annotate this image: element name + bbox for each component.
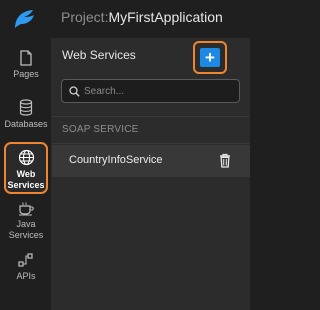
app-logo <box>15 10 34 28</box>
api-icon <box>18 253 33 267</box>
top-bar: Project:MyFirstApplication <box>0 0 250 38</box>
sidebar-item-java-services[interactable]: Java Services <box>0 201 52 241</box>
service-list-item[interactable]: CountryInfoService <box>52 145 250 177</box>
sidebar-item-label: APIs <box>16 271 36 281</box>
sidebar-item-pages[interactable]: Pages <box>0 50 52 80</box>
database-icon <box>19 99 33 116</box>
sidebar-item-label-line1: Web <box>16 169 36 179</box>
soap-service-section: SOAP SERVICE <box>52 116 250 144</box>
project-title: Project:MyFirstApplication <box>61 9 223 25</box>
project-name: MyFirstApplication <box>108 9 223 25</box>
add-service-button[interactable]: + <box>200 48 220 67</box>
coffee-icon <box>18 202 34 216</box>
panel-title: Web Services <box>62 48 136 62</box>
sidebar-item-apis[interactable]: APIs <box>0 252 52 282</box>
page-icon <box>20 50 32 66</box>
service-name: CountryInfoService <box>69 154 163 166</box>
app-window: Project:MyFirstApplication Pages Databas… <box>0 0 250 310</box>
section-title: SOAP SERVICE <box>62 124 139 135</box>
project-label: Project: <box>61 9 109 25</box>
search-input[interactable] <box>84 83 234 99</box>
sidebar-item-label-line1: Java <box>16 219 36 229</box>
sidebar-item-databases[interactable]: Databases <box>0 99 52 130</box>
sidebar-item-label-line2: Services <box>8 230 44 240</box>
search-icon <box>69 86 80 97</box>
trash-icon[interactable] <box>219 153 231 168</box>
search-box <box>61 79 240 103</box>
sidebar-item-label-line2: Services <box>7 180 45 190</box>
sidebar-item-label: Databases <box>4 119 48 129</box>
globe-icon <box>18 149 34 166</box>
sidebar-rail: Pages Databases Web Services Java Servic… <box>0 38 52 310</box>
add-service-highlight: + <box>193 41 227 74</box>
sidebar-item-label: Pages <box>13 69 39 79</box>
sidebar-item-web-services[interactable]: Web Services <box>4 142 48 194</box>
